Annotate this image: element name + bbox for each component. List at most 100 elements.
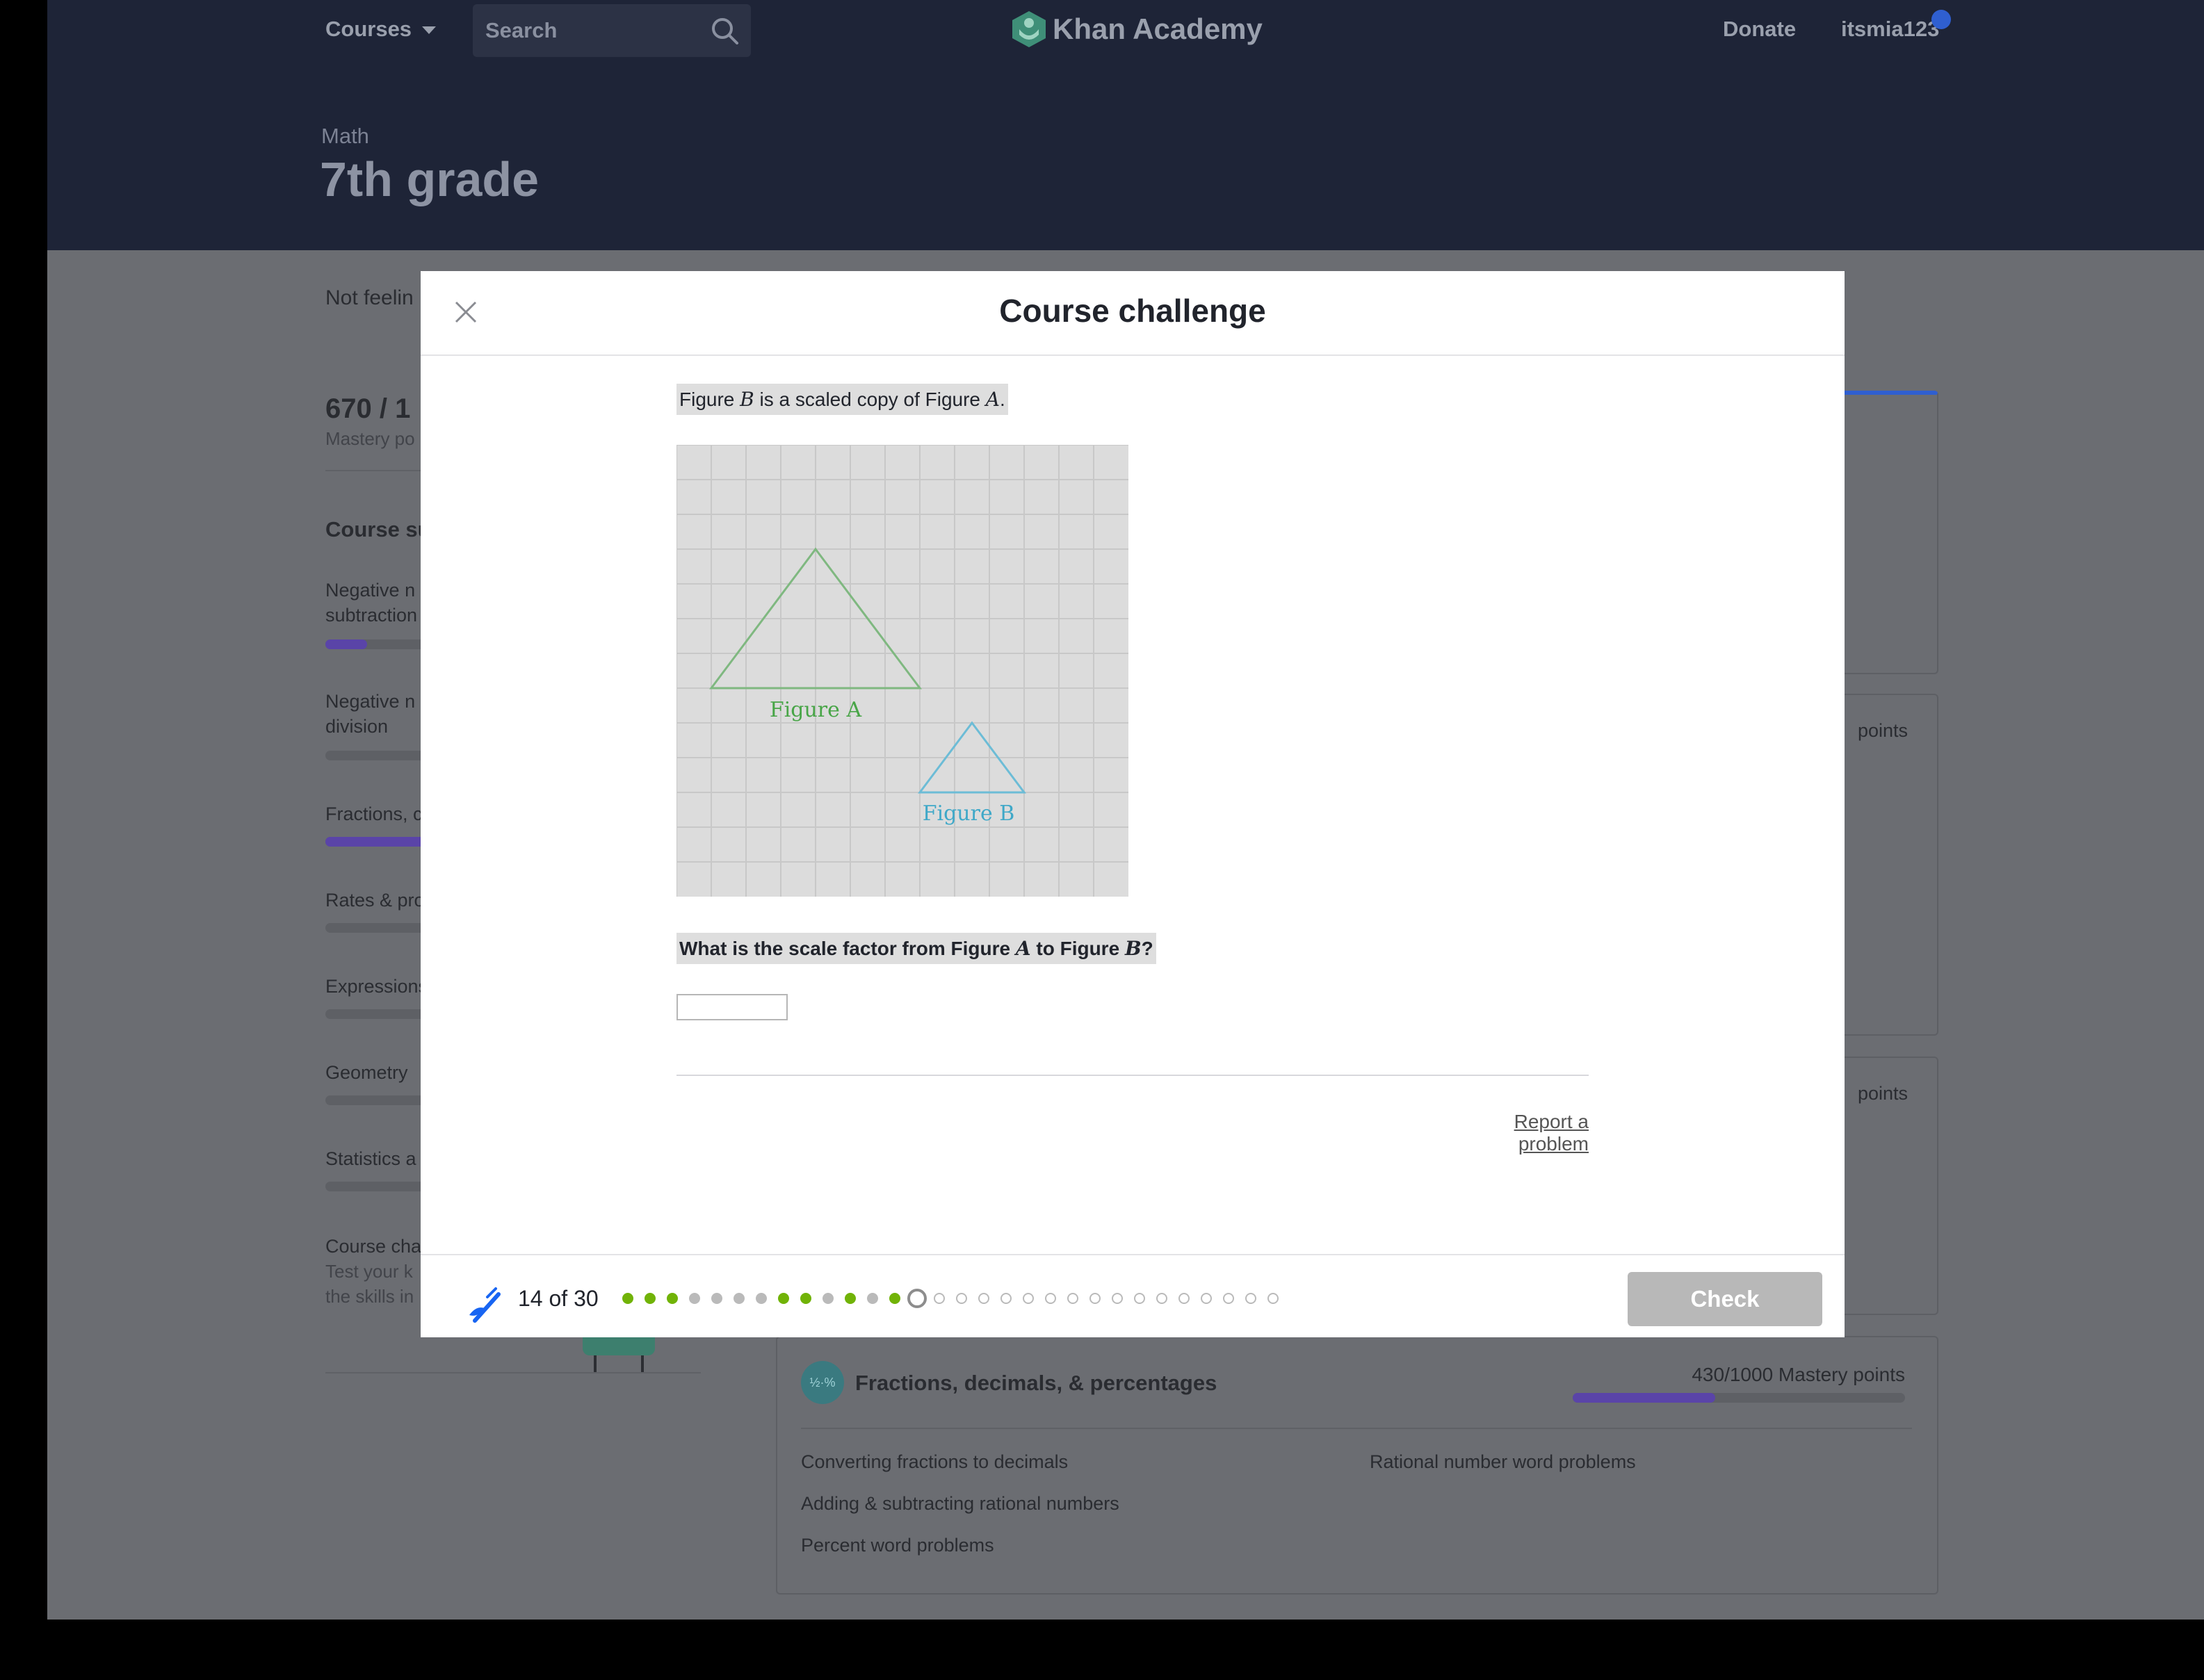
figure-b-label: Figure B bbox=[923, 801, 1015, 826]
course-challenge-title[interactable]: Course cha bbox=[325, 1236, 421, 1257]
fractions-icon: ½·% bbox=[801, 1361, 844, 1404]
hexagon-leaf-icon bbox=[1012, 11, 1046, 47]
progress-dot-correct bbox=[778, 1293, 789, 1304]
fractions-unit-card: ½·% Fractions, decimals, & percentages 4… bbox=[776, 1336, 1938, 1595]
progress-dot-correct bbox=[800, 1293, 811, 1304]
math-variable: A bbox=[1015, 937, 1031, 960]
skill-link[interactable]: Converting fractions to decimals bbox=[801, 1451, 1068, 1473]
unit-mastery-points: 430/1000 Mastery points bbox=[1692, 1364, 1905, 1385]
search-icon[interactable] bbox=[709, 15, 740, 46]
divider bbox=[325, 1372, 701, 1373]
progress-dot-todo bbox=[1045, 1293, 1056, 1304]
unit-item-fractions[interactable]: Fractions, c bbox=[325, 804, 423, 825]
progress-dot-todo bbox=[1178, 1293, 1190, 1304]
unit-item-negative-add-line2[interactable]: subtraction bbox=[325, 605, 417, 626]
question-part: What is the scale factor from Figure bbox=[679, 938, 1016, 959]
skill-progress-icon bbox=[469, 1287, 501, 1323]
notification-badge[interactable] bbox=[1931, 10, 1951, 29]
prompt-text: is a scaled copy of Figure bbox=[754, 389, 986, 410]
progress-dot-todo bbox=[1201, 1293, 1212, 1304]
figure-svg: Figure A Figure B bbox=[676, 444, 1128, 897]
page-title: 7th grade bbox=[320, 152, 540, 206]
math-variable: B bbox=[1124, 937, 1142, 960]
grid-lines bbox=[676, 444, 1128, 897]
top-nav: Courses Search Khan Academy Donate itsmi… bbox=[47, 0, 2204, 74]
unit-mastery-progress bbox=[1573, 1393, 1905, 1403]
math-variable: A bbox=[985, 388, 1000, 411]
question-counter: 14 of 30 bbox=[518, 1286, 599, 1311]
progress-dot-todo bbox=[1112, 1293, 1123, 1304]
progress-dot-todo bbox=[1267, 1293, 1279, 1304]
question-part: to Figure bbox=[1030, 938, 1125, 959]
question-text: What is the scale factor from Figure A t… bbox=[676, 933, 1156, 964]
mastery-score: 670 / 1 bbox=[325, 393, 411, 424]
progress-dot-todo bbox=[934, 1293, 945, 1304]
progress-dot-todo bbox=[1000, 1293, 1012, 1304]
divider bbox=[801, 1428, 1912, 1429]
report-problem-link[interactable]: Report a problem bbox=[1440, 1111, 1589, 1155]
skill-link[interactable]: Adding & subtracting rational numbers bbox=[801, 1493, 1119, 1515]
progress-dot-skipped bbox=[867, 1293, 878, 1304]
progress-dot-skipped bbox=[756, 1293, 767, 1304]
subject-label[interactable]: Math bbox=[321, 124, 369, 149]
modal-title: Course challenge bbox=[999, 293, 1266, 329]
chevron-down-icon bbox=[421, 26, 436, 35]
progress-dot-todo bbox=[1245, 1293, 1256, 1304]
search-box[interactable]: Search bbox=[473, 4, 751, 57]
khan-academy-logo[interactable]: Khan Academy bbox=[1011, 10, 1263, 49]
progress-dot-todo bbox=[978, 1293, 989, 1304]
points-label: points bbox=[1857, 720, 1908, 741]
question-part: ? bbox=[1141, 938, 1153, 959]
progress-dot-correct bbox=[645, 1293, 656, 1304]
progress-dot-todo bbox=[1223, 1293, 1234, 1304]
search-input[interactable]: Search bbox=[485, 18, 557, 43]
progress-dot-skipped bbox=[823, 1293, 834, 1304]
prompt-text: Figure bbox=[679, 389, 740, 410]
unit-item-expressions[interactable]: Expressions bbox=[325, 976, 428, 997]
courses-menu[interactable]: Courses bbox=[325, 17, 436, 42]
mastery-score-label: Mastery po bbox=[325, 428, 415, 449]
unit-item-negative-mult[interactable]: Negative n bbox=[325, 691, 415, 712]
course-challenge-desc: Test your k bbox=[325, 1261, 413, 1282]
problem-statement: Figure B is a scaled copy of Figure A. bbox=[676, 384, 1008, 415]
progress-dot-skipped bbox=[734, 1293, 745, 1304]
unit-item-geometry[interactable]: Geometry bbox=[325, 1062, 408, 1084]
modal-footer: 14 of 30 Check bbox=[421, 1254, 1845, 1339]
unit-item-negative-mult-line2[interactable]: division bbox=[325, 716, 388, 737]
progress-dot-correct bbox=[845, 1293, 856, 1304]
progress-dot-todo bbox=[1134, 1293, 1145, 1304]
course-challenge-modal: Course challenge Figure B is a scaled co… bbox=[421, 271, 1845, 1337]
courses-label: Courses bbox=[325, 17, 412, 41]
course-challenge-desc-2: the skills in bbox=[325, 1286, 414, 1307]
skill-link[interactable]: Percent word problems bbox=[801, 1535, 994, 1556]
figure-a-label: Figure A bbox=[770, 698, 862, 722]
unit-item-rates[interactable]: Rates & pro bbox=[325, 890, 425, 911]
banner-text: Not feelin bbox=[325, 286, 414, 309]
progress-dot-todo bbox=[956, 1293, 967, 1304]
skill-link[interactable]: Rational number word problems bbox=[1370, 1451, 1636, 1473]
modal-header: Course challenge bbox=[421, 271, 1845, 356]
progress-dot-todo bbox=[1156, 1293, 1167, 1304]
mascot-leg bbox=[594, 1355, 597, 1372]
progress-dot-correct bbox=[622, 1293, 633, 1304]
divider bbox=[676, 1075, 1589, 1076]
points-label: points bbox=[1857, 1083, 1908, 1104]
user-menu[interactable]: itsmia123 bbox=[1841, 17, 1939, 42]
math-variable: B bbox=[740, 388, 754, 411]
mascot-leg bbox=[641, 1355, 644, 1372]
unit-item-negative-add[interactable]: Negative n bbox=[325, 580, 415, 601]
logo-text: Khan Academy bbox=[1053, 13, 1263, 45]
course-summary-title: Course su bbox=[325, 517, 431, 541]
donate-link[interactable]: Donate bbox=[1723, 17, 1796, 42]
prompt-text: . bbox=[1000, 389, 1005, 410]
progress-dot-skipped bbox=[711, 1293, 722, 1304]
progress-dot-current bbox=[907, 1289, 927, 1308]
progress-dot-todo bbox=[1067, 1293, 1078, 1304]
check-button[interactable]: Check bbox=[1628, 1272, 1822, 1326]
answer-input[interactable] bbox=[676, 994, 788, 1020]
progress-dot-skipped bbox=[689, 1293, 700, 1304]
unit-item-statistics[interactable]: Statistics a bbox=[325, 1148, 416, 1170]
unit-title[interactable]: Fractions, decimals, & percentages bbox=[855, 1371, 1217, 1396]
progress-dot-todo bbox=[1023, 1293, 1034, 1304]
graph-figure: Figure A Figure B bbox=[676, 444, 1128, 897]
